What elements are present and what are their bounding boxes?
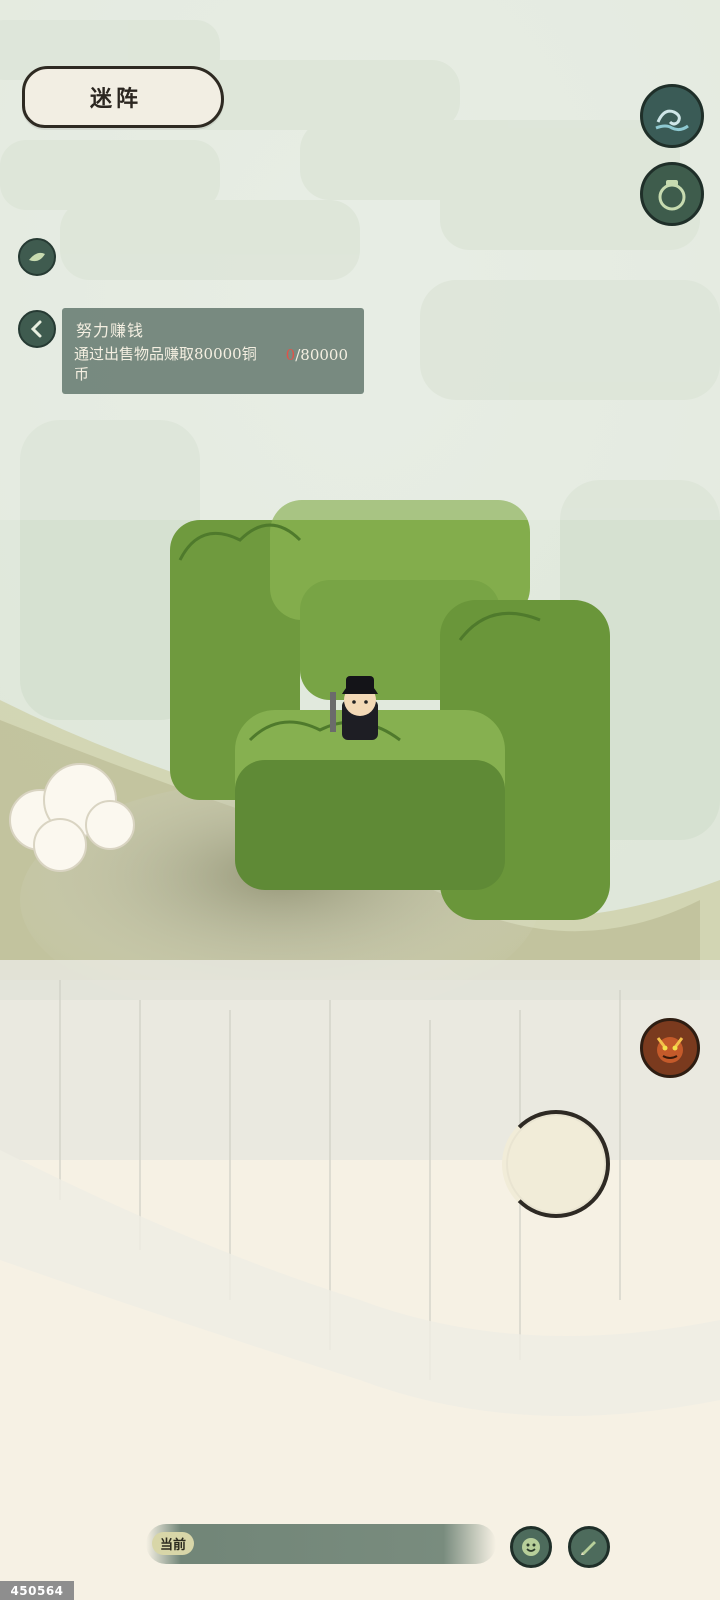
quest-progress-current: 0	[285, 346, 296, 364]
smile-icon	[522, 1538, 540, 1556]
quest-panel[interactable]: 努力赚钱 通过出售物品赚取80000铜币 0/80000	[62, 308, 364, 394]
id-badge: 450564	[0, 1581, 74, 1600]
chevron-left-icon	[30, 320, 42, 338]
wave-icon	[655, 109, 689, 132]
jar-button[interactable]	[640, 162, 704, 226]
leaf-button[interactable]	[18, 238, 56, 276]
collapse-quest-button[interactable]	[18, 310, 56, 348]
emote-button[interactable]	[510, 1526, 552, 1568]
virtual-joystick[interactable]	[502, 1110, 610, 1218]
draw-button[interactable]	[568, 1526, 610, 1568]
quest-progress: 0/80000	[286, 346, 348, 364]
demon-face-icon	[656, 1037, 684, 1063]
brush-icon	[581, 1541, 596, 1555]
game-scene	[0, 0, 720, 1600]
chat-bar[interactable]: 当前	[146, 1524, 496, 1564]
quest-title: 努力赚钱	[76, 321, 145, 340]
quest-progress-total: /80000	[295, 346, 348, 364]
wave-button[interactable]	[640, 84, 704, 148]
page-title: 迷阵	[89, 86, 142, 112]
leaf-icon	[29, 252, 45, 262]
quest-description: 通过出售物品赚取80000铜币	[74, 345, 257, 383]
chat-channel-label: 当前	[152, 1532, 195, 1555]
enemy-button[interactable]	[640, 1018, 700, 1078]
title-banner: 迷阵	[22, 66, 224, 128]
jar-icon	[658, 180, 686, 211]
